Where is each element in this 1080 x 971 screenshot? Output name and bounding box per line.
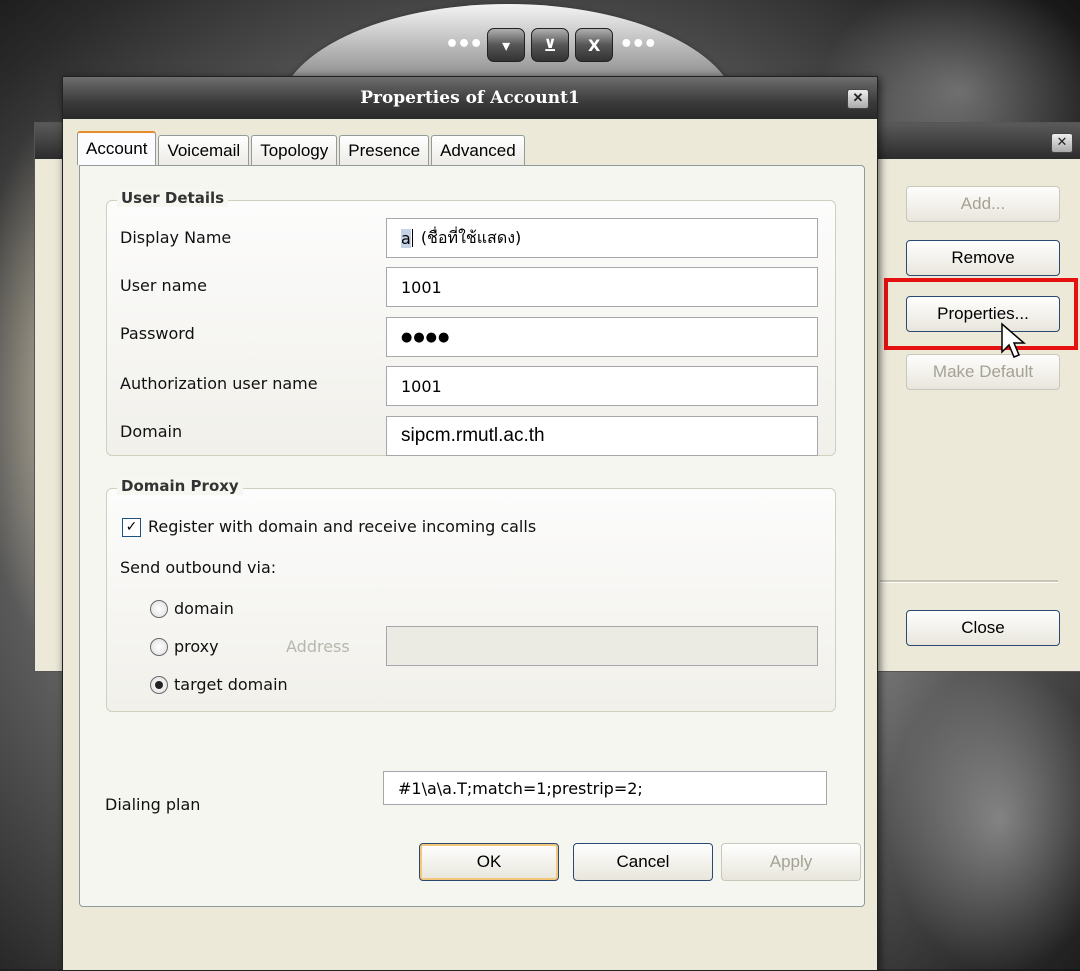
dialog-title: Properties of Account1: [360, 88, 580, 108]
cancel-button[interactable]: Cancel: [573, 843, 713, 881]
tab-account[interactable]: Account: [77, 131, 157, 165]
dots-icon: •••: [619, 32, 657, 57]
radio-target-domain-label: target domain: [174, 675, 288, 694]
remove-button[interactable]: Remove: [906, 240, 1060, 276]
apply-button[interactable]: Apply: [721, 843, 861, 881]
address-label: Address: [286, 637, 350, 656]
properties-highlight-box: [884, 278, 1078, 350]
tab-voicemail[interactable]: Voicemail: [158, 135, 250, 165]
user-name-label: User name: [120, 276, 207, 295]
text-caret: [411, 229, 413, 247]
tab-strip: Account Voicemail Topology Presence Adva…: [77, 131, 527, 165]
group-title: User Details: [117, 189, 229, 207]
domain-label: Domain: [120, 422, 183, 441]
mouse-cursor-icon: [1001, 322, 1027, 358]
add-button[interactable]: Add...: [906, 186, 1060, 222]
register-label: Register with domain and receive incomin…: [148, 517, 537, 536]
close-icon[interactable]: ✕: [1051, 133, 1073, 153]
separator: [880, 580, 1058, 583]
close-button[interactable]: Close: [906, 610, 1060, 646]
auth-user-name-field[interactable]: 1001: [386, 366, 818, 406]
radio-proxy[interactable]: [150, 638, 168, 656]
radio-proxy-label: proxy: [174, 637, 219, 656]
domain-field[interactable]: sipcm.rmutl.ac.th: [386, 416, 818, 456]
display-name-field[interactable]: a (ชื่อที่ใช้แสดง): [386, 218, 818, 258]
user-name-field[interactable]: 1001: [386, 267, 818, 307]
tab-presence[interactable]: Presence: [339, 135, 430, 165]
auth-user-name-label: Authorization user name: [120, 374, 318, 393]
radio-domain[interactable]: [150, 600, 168, 618]
exit-button[interactable]: X: [575, 28, 614, 62]
properties-dialog: Properties of Account1 ✕ Account Voicema…: [62, 76, 878, 971]
password-field[interactable]: ●●●●: [386, 317, 818, 357]
make-default-button[interactable]: Make Default: [906, 354, 1060, 390]
proxy-address-field[interactable]: [386, 626, 818, 666]
password-label: Password: [120, 324, 195, 343]
register-checkbox[interactable]: ✓: [122, 518, 141, 537]
dialing-plan-field[interactable]: #1\a\a.T;match=1;prestrip=2;: [383, 771, 827, 805]
radio-domain-label: domain: [174, 599, 234, 618]
dots-icon: •••: [445, 32, 483, 57]
tab-advanced[interactable]: Advanced: [431, 135, 525, 165]
display-name-label: Display Name: [120, 228, 232, 247]
group-title: Domain Proxy: [117, 477, 243, 495]
ok-button[interactable]: OK: [419, 843, 559, 881]
dialing-plan-label: Dialing plan: [105, 795, 201, 814]
phone-window-controls: ••• ▾ ⊻ X •••: [445, 28, 657, 62]
dialog-titlebar: Properties of Account1 ✕: [63, 77, 877, 119]
radio-target-domain[interactable]: [150, 676, 168, 694]
minimize-button[interactable]: ▾: [487, 28, 526, 62]
tab-topology[interactable]: Topology: [251, 135, 338, 165]
close-icon[interactable]: ✕: [847, 89, 869, 109]
send-outbound-label: Send outbound via:: [120, 558, 277, 577]
hide-button[interactable]: ⊻: [531, 28, 570, 62]
